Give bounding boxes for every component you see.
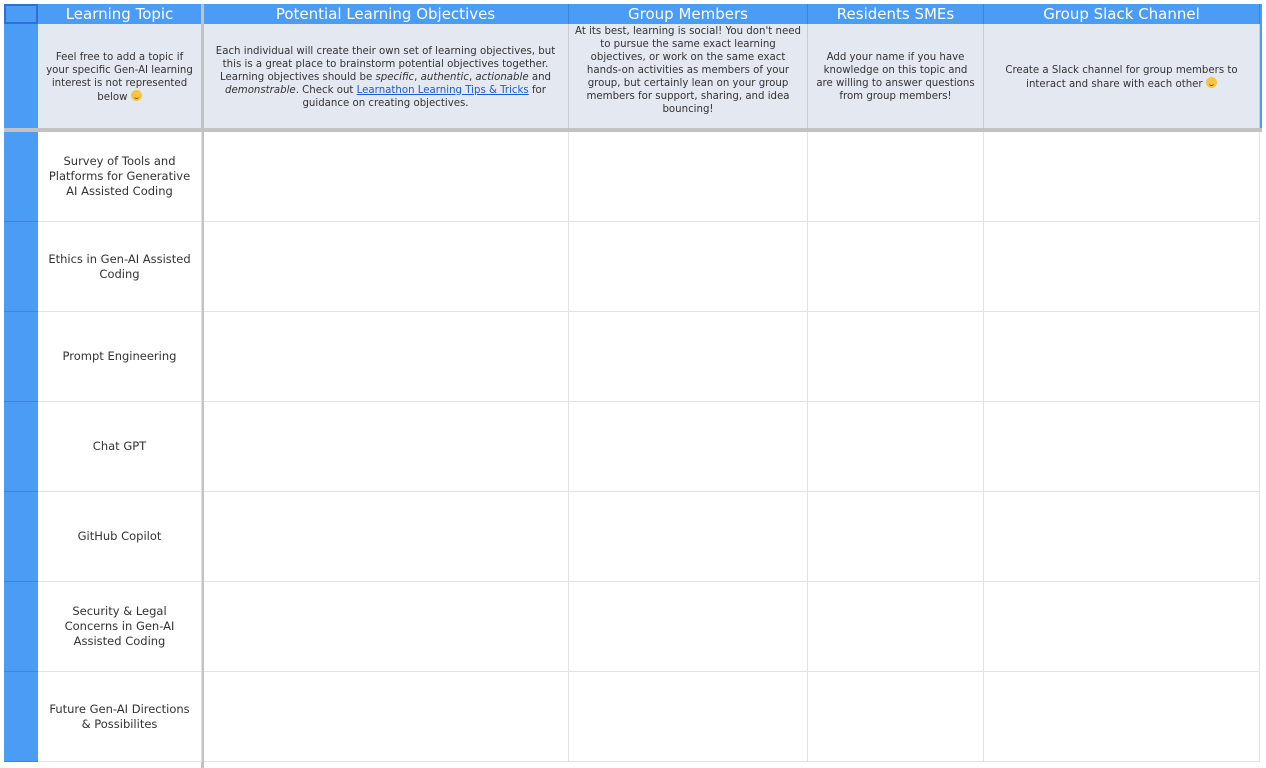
topic-label: Chat GPT bbox=[92, 439, 147, 453]
slack-channel-cell[interactable] bbox=[984, 582, 1260, 672]
group-members-cell[interactable] bbox=[569, 402, 808, 492]
topic-label: Security & Legal Concerns in Gen-AI Assi… bbox=[64, 604, 175, 648]
group-members-cell[interactable] bbox=[569, 132, 808, 222]
row-header[interactable] bbox=[4, 672, 38, 762]
topic-cell[interactable]: GitHub Copilot bbox=[38, 492, 202, 582]
topic-cell[interactable]: Chat GPT bbox=[38, 402, 202, 492]
residents-smes-cell[interactable] bbox=[808, 132, 984, 222]
smiling-face-emoji-icon bbox=[1205, 76, 1217, 88]
topic-cell[interactable]: Survey of Tools and Platforms for Genera… bbox=[38, 132, 202, 222]
separator: and bbox=[528, 71, 551, 83]
description-text: . Check out bbox=[295, 84, 357, 96]
slack-channel-cell[interactable] bbox=[984, 312, 1260, 402]
row-header[interactable] bbox=[4, 492, 38, 582]
row-header[interactable] bbox=[4, 582, 38, 672]
topic-label: GitHub Copilot bbox=[77, 529, 162, 543]
slack-channel-cell[interactable] bbox=[984, 672, 1260, 762]
description-group-members[interactable]: At its best, learning is social! You don… bbox=[569, 24, 808, 130]
group-members-cell[interactable] bbox=[569, 312, 808, 402]
description-group-slack-channel[interactable]: Create a Slack channel for group members… bbox=[984, 24, 1260, 130]
topic-label: Prompt Engineering bbox=[62, 349, 177, 363]
group-members-cell[interactable] bbox=[569, 492, 808, 582]
header-group-members[interactable]: Group Members bbox=[569, 4, 808, 24]
description-text: Create a Slack channel for group members… bbox=[1005, 64, 1238, 90]
residents-smes-cell[interactable] bbox=[808, 492, 984, 582]
description-text: Add your name if you have knowledge on t… bbox=[816, 52, 975, 102]
selection-edge bbox=[1260, 4, 1262, 130]
objectives-cell[interactable] bbox=[204, 492, 569, 582]
group-members-cell[interactable] bbox=[569, 582, 808, 672]
row-header-description[interactable] bbox=[4, 24, 38, 130]
topic-cell[interactable]: Prompt Engineering bbox=[38, 312, 202, 402]
topic-cell[interactable]: Future Gen-AI Directions & Possibilites bbox=[38, 672, 202, 762]
topic-cell[interactable]: Ethics in Gen-AI Assisted Coding bbox=[38, 222, 202, 312]
select-all-corner[interactable] bbox=[4, 4, 38, 24]
description-potential-learning-objectives[interactable]: Each individual will create their own se… bbox=[203, 24, 569, 130]
objectives-cell[interactable] bbox=[204, 222, 569, 312]
residents-smes-cell[interactable] bbox=[808, 312, 984, 402]
slack-channel-cell[interactable] bbox=[984, 492, 1260, 582]
emphasis-authentic: authentic bbox=[420, 71, 469, 83]
slack-channel-cell[interactable] bbox=[984, 402, 1260, 492]
description-text: Feel free to add a topic if your specifi… bbox=[46, 51, 193, 103]
header-group-slack-channel[interactable]: Group Slack Channel bbox=[984, 4, 1260, 24]
residents-smes-cell[interactable] bbox=[808, 222, 984, 312]
slack-channel-cell[interactable] bbox=[984, 132, 1260, 222]
learnathon-tips-link[interactable]: Learnathon Learning Tips & Tricks bbox=[357, 85, 529, 96]
residents-smes-cell[interactable] bbox=[808, 402, 984, 492]
residents-smes-cell[interactable] bbox=[808, 582, 984, 672]
description-residents-smes[interactable]: Add your name if you have knowledge on t… bbox=[808, 24, 984, 130]
row-header[interactable] bbox=[4, 132, 38, 222]
objectives-cell[interactable] bbox=[204, 132, 569, 222]
emphasis-specific: specific bbox=[375, 71, 415, 83]
group-members-cell[interactable] bbox=[569, 672, 808, 762]
header-learning-topic[interactable]: Learning Topic bbox=[38, 4, 202, 24]
topic-label: Ethics in Gen-AI Assisted Coding bbox=[48, 251, 191, 281]
topic-label: Future Gen-AI Directions & Possibilites bbox=[49, 701, 190, 731]
smiling-face-emoji-icon bbox=[130, 89, 142, 101]
header-residents-smes[interactable]: Residents SMEs bbox=[808, 4, 984, 24]
slack-channel-cell[interactable] bbox=[984, 222, 1260, 312]
row-header[interactable] bbox=[4, 312, 38, 402]
emphasis-actionable: actionable bbox=[475, 71, 529, 83]
row-header[interactable] bbox=[4, 222, 38, 312]
row-header[interactable] bbox=[4, 402, 38, 492]
emphasis-demonstrable: demonstrable bbox=[225, 84, 296, 96]
objectives-cell[interactable] bbox=[204, 582, 569, 672]
header-potential-learning-objectives[interactable]: Potential Learning Objectives bbox=[203, 4, 569, 24]
objectives-cell[interactable] bbox=[204, 402, 569, 492]
group-members-cell[interactable] bbox=[569, 222, 808, 312]
topic-label: Survey of Tools and Platforms for Genera… bbox=[48, 154, 191, 198]
residents-smes-cell[interactable] bbox=[808, 672, 984, 762]
objectives-cell[interactable] bbox=[204, 312, 569, 402]
topic-cell[interactable]: Security & Legal Concerns in Gen-AI Assi… bbox=[38, 582, 202, 672]
description-learning-topic[interactable]: Feel free to add a topic if your specifi… bbox=[38, 24, 202, 130]
objectives-cell[interactable] bbox=[204, 672, 569, 762]
description-text: At its best, learning is social! You don… bbox=[575, 26, 801, 115]
